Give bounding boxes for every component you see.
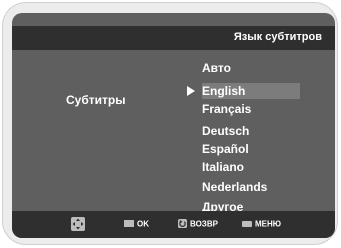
osd-screen: Язык субтитров Субтитры Авто English Fra… <box>12 13 335 238</box>
play-arrow-icon <box>187 86 195 96</box>
menu-icon <box>242 220 252 227</box>
option-auto[interactable]: Авто <box>202 60 231 76</box>
return-label: ВОЗВР <box>190 219 218 229</box>
tv-frame: Язык субтитров Субтитры Авто English Fra… <box>2 2 338 245</box>
option-deutsch[interactable]: Deutsch <box>202 123 249 139</box>
ok-label: OK <box>137 219 149 229</box>
option-nederlands[interactable]: Nederlands <box>202 179 267 195</box>
menu-label: МЕНЮ <box>255 219 282 229</box>
menu-hint: МЕНЮ <box>242 219 281 228</box>
footer-bar: OK ВОЗВР МЕНЮ <box>12 211 335 238</box>
enter-icon <box>124 220 134 228</box>
dpad-icon <box>71 217 85 231</box>
return-hint: ВОЗВР <box>178 219 218 229</box>
option-italiano[interactable]: Italiano <box>202 159 244 175</box>
language-options: Авто English Français Deutsch Español It… <box>12 13 335 238</box>
option-espanol[interactable]: Español <box>202 141 249 157</box>
option-francais[interactable]: Français <box>202 101 251 117</box>
option-english[interactable]: English <box>202 83 300 99</box>
return-icon <box>178 219 187 229</box>
ok-hint: OK <box>124 219 149 228</box>
